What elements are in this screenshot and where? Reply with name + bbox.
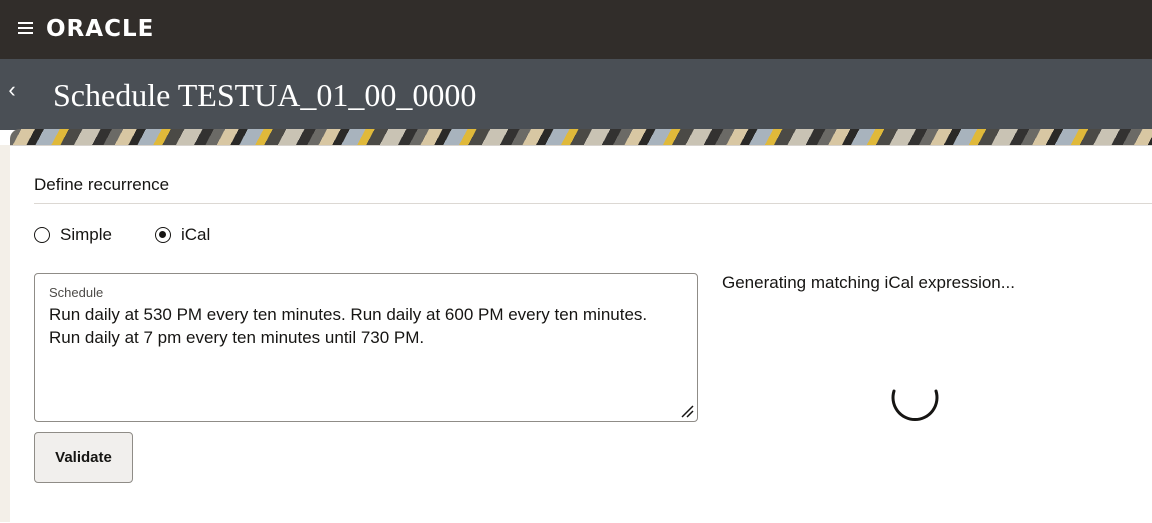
schedule-field-value[interactable]: Run daily at 530 PM every ten minutes. R… [49,303,669,349]
schedule-textarea[interactable]: Schedule Run daily at 530 PM every ten m… [34,273,698,422]
resize-handle-icon[interactable] [680,404,694,418]
status-message: Generating matching iCal expression... [722,273,1015,292]
radio-simple-label: Simple [60,225,112,244]
top-bar: ORACLE [0,0,1152,59]
chevron-left-icon: ‹ [8,77,16,102]
background-strip [0,145,10,522]
radio-ical[interactable]: iCal [155,224,210,246]
decorative-banner [10,129,1152,145]
loading-spinner-icon [891,389,939,422]
section-title: Define recurrence [34,175,170,194]
validate-button[interactable]: Validate [34,432,133,483]
back-button[interactable]: ‹ [2,76,22,104]
radio-simple[interactable]: Simple [34,224,112,246]
oracle-logo: ORACLE [46,16,155,42]
schedule-field-label: Schedule [49,285,104,300]
page-title: Schedule TESTUA_01_00_0000 [53,77,477,113]
radio-unchecked-icon[interactable] [34,227,50,243]
radio-ical-label: iCal [181,225,211,244]
radio-checked-icon[interactable] [155,227,171,243]
divider [34,203,1152,204]
hamburger-menu-icon[interactable] [18,22,33,34]
